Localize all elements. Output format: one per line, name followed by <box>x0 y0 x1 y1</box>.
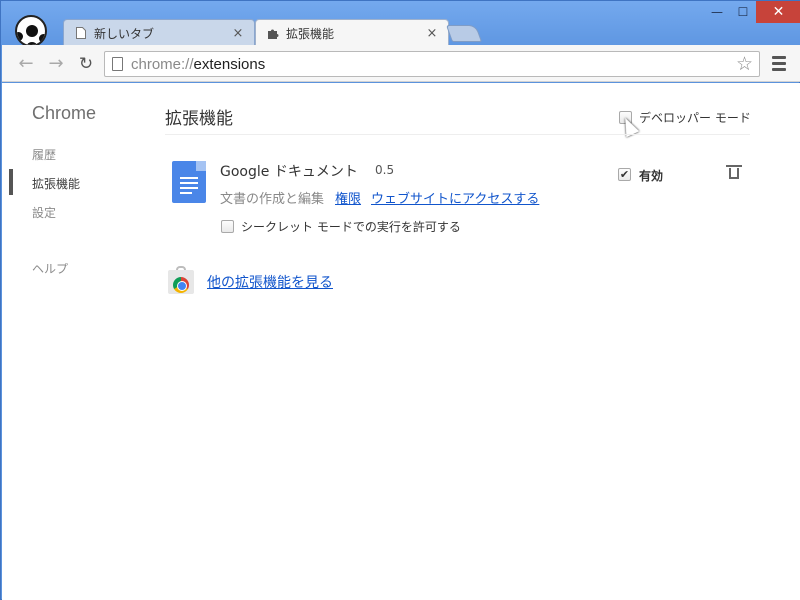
developer-mode-label[interactable]: デベロッパー モード <box>639 109 751 126</box>
docs-icon <box>172 161 206 203</box>
more-extensions-link[interactable]: 他の拡張機能を見る <box>207 272 333 292</box>
extension-name: Google ドキュメント <box>220 164 358 180</box>
close-window-button[interactable]: ✕ <box>756 1 800 23</box>
title-bar: 新しいタブ × 拡張機能 × — ☐ ✕ <box>1 1 800 47</box>
sidebar-item-extensions[interactable]: 拡張機能 <box>32 175 80 192</box>
url-scheme: chrome:// <box>131 55 194 73</box>
forward-button[interactable]: → <box>46 54 66 74</box>
selected-marker <box>9 169 13 195</box>
address-bar[interactable]: chrome://extensions ☆ <box>104 51 760 77</box>
menu-icon[interactable] <box>772 56 786 74</box>
profile-avatar-icon[interactable] <box>15 15 47 47</box>
maximize-button[interactable]: ☐ <box>730 1 756 23</box>
enabled-label[interactable]: 有効 <box>639 167 663 184</box>
back-button[interactable]: ← <box>16 54 36 74</box>
page-content: Chrome 履歴 拡張機能 設定 ヘルプ 拡張機能 デベロッパー モード Go… <box>2 83 800 600</box>
web-store-icon <box>168 266 194 294</box>
url-text: chrome://extensions <box>131 56 265 73</box>
sidebar-item-settings[interactable]: 設定 <box>32 204 56 221</box>
extension-description: 文書の作成と編集 <box>220 192 325 207</box>
close-tab-icon[interactable]: × <box>230 26 246 41</box>
sidebar-item-history[interactable]: 履歴 <box>32 146 56 163</box>
window-controls: — ☐ ✕ <box>704 1 800 23</box>
sidebar-title: Chrome <box>32 103 97 123</box>
incognito-checkbox[interactable] <box>221 220 234 233</box>
tab-title: 新しいタブ <box>94 26 155 41</box>
visit-website-link[interactable]: ウェブサイトにアクセスする <box>371 188 539 207</box>
reload-button[interactable]: ↻ <box>76 54 96 74</box>
page-icon <box>112 57 123 71</box>
tab-new-tab[interactable]: 新しいタブ × <box>63 19 255 46</box>
divider <box>165 134 750 135</box>
sidebar-item-help[interactable]: ヘルプ <box>32 260 68 277</box>
toolbar: ← → ↻ chrome://extensions ☆ <box>2 45 800 82</box>
extension-version: 0.5 <box>375 163 395 177</box>
puzzle-icon <box>266 27 280 41</box>
enabled-checkbox[interactable]: ✔ <box>618 168 631 181</box>
url-path: extensions <box>193 55 266 73</box>
page-icon <box>74 26 88 40</box>
tab-extensions[interactable]: 拡張機能 × <box>255 19 449 47</box>
page-title: 拡張機能 <box>165 109 233 129</box>
minimize-button[interactable]: — <box>704 1 730 23</box>
trash-icon[interactable] <box>726 165 742 179</box>
star-icon[interactable]: ☆ <box>736 53 753 75</box>
incognito-label[interactable]: シークレット モードでの実行を許可する <box>241 218 461 235</box>
new-tab-button[interactable] <box>445 25 483 42</box>
permissions-link[interactable]: 権限 <box>335 188 361 207</box>
tab-title: 拡張機能 <box>286 27 335 41</box>
close-tab-icon[interactable]: × <box>424 26 440 41</box>
browser-window: 新しいタブ × 拡張機能 × — ☐ ✕ ← → ↻ chrome://exte… <box>0 0 800 600</box>
